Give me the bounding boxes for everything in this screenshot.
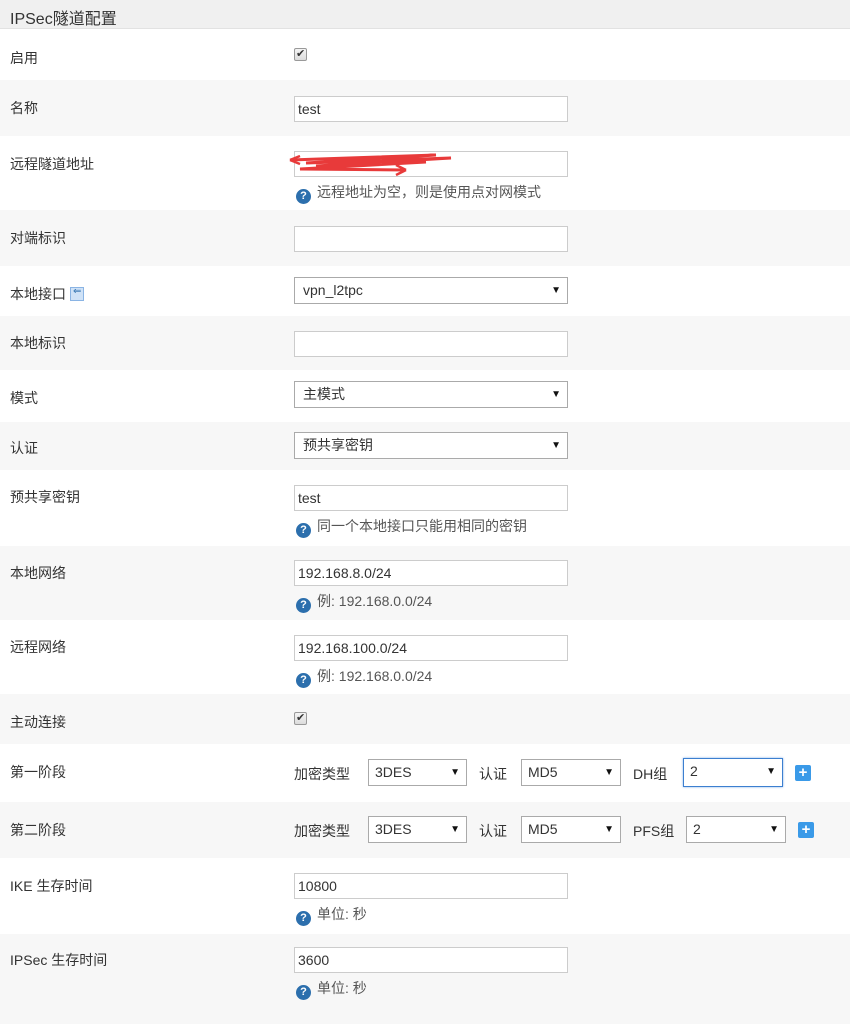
auth-label: 认证 <box>10 440 38 456</box>
remote-network-label: 远程网络 <box>10 639 66 655</box>
enable-label: 启用 <box>10 50 38 66</box>
caret-down-icon: ▼ <box>551 285 561 296</box>
mode-label: 模式 <box>10 390 38 406</box>
psk-help: ? 同一个本地接口只能用相同的密钥 <box>296 516 527 538</box>
enable-checkbox[interactable]: ✔ <box>294 48 307 61</box>
ipsec-lifetime-help: ? 单位: 秒 <box>296 978 367 1000</box>
phase1-label: 第一阶段 <box>10 764 66 780</box>
name-input[interactable] <box>294 96 568 122</box>
phase2-enc-select[interactable]: 3DES ▼ <box>368 816 467 843</box>
caret-down-icon: ▼ <box>766 766 776 777</box>
ike-lifetime-label: IKE 生存时间 <box>10 878 93 894</box>
row-local-interface: 本地接口 ⇐ vpn_l2tpc ▼ <box>0 266 850 316</box>
phase1-group-label: DH组 <box>633 766 668 782</box>
question-circle-icon: ? <box>296 598 311 613</box>
caret-down-icon: ▼ <box>551 440 561 451</box>
phase1-auth-select[interactable]: MD5 ▼ <box>521 759 621 786</box>
caret-down-icon: ▼ <box>450 824 460 835</box>
question-circle-icon: ? <box>296 911 311 926</box>
caret-down-icon: ▼ <box>604 767 614 778</box>
phase1-auth-label: 认证 <box>479 766 507 782</box>
plus-icon: + <box>801 821 811 838</box>
name-label: 名称 <box>10 100 38 116</box>
peer-id-label: 对端标识 <box>10 230 66 246</box>
local-id-label: 本地标识 <box>10 335 66 351</box>
caret-down-icon: ▼ <box>604 824 614 835</box>
remote-address-help: ? 远程地址为空，则是使用点对网模式 <box>296 182 541 204</box>
caret-down-icon: ▼ <box>551 389 561 400</box>
row-auth: 认证 预共享密钥 ▼ <box>0 422 850 470</box>
row-enable: 启用 ✔ <box>0 30 850 80</box>
section-header: IPSec隧道配置 <box>0 0 850 29</box>
ike-lifetime-input[interactable] <box>294 873 568 899</box>
phase2-label: 第二阶段 <box>10 822 66 838</box>
phase2-add-button[interactable]: + <box>798 822 814 838</box>
row-mode: 模式 主模式 ▼ <box>0 370 850 422</box>
phase1-enc-select[interactable]: 3DES ▼ <box>368 759 467 786</box>
check-icon: ✔ <box>296 712 306 724</box>
row-name: 名称 <box>0 80 850 136</box>
remote-address-label: 远程隧道地址 <box>10 156 94 172</box>
phase1-add-button[interactable]: + <box>795 765 811 781</box>
psk-label: 预共享密钥 <box>10 489 80 505</box>
local-network-input[interactable] <box>294 560 568 586</box>
question-circle-icon: ? <box>296 985 311 1000</box>
ike-lifetime-help: ? 单位: 秒 <box>296 904 367 926</box>
auto-connect-label: 主动连接 <box>10 714 66 730</box>
auth-select[interactable]: 预共享密钥 ▼ <box>294 432 568 459</box>
remote-network-help: ? 例: 192.168.0.0/24 <box>296 666 432 688</box>
row-peer-id: 对端标识 <box>0 210 850 266</box>
phase2-auth-label: 认证 <box>479 823 507 839</box>
row-remote-network: 远程网络 ?例: 192.168.0.0/24 <box>0 620 850 694</box>
ipsec-lifetime-input[interactable] <box>294 947 568 973</box>
caret-down-icon: ▼ <box>450 767 460 778</box>
phase1-enc-label: 加密类型 <box>294 766 350 782</box>
redaction-scribble <box>289 153 452 177</box>
local-id-input[interactable] <box>294 331 568 357</box>
peer-id-input[interactable] <box>294 226 568 252</box>
plus-icon: + <box>798 764 808 781</box>
row-local-id: 本地标识 <box>0 316 850 370</box>
row-psk: 预共享密钥 ?同一个本地接口只能用相同的密钥 <box>0 470 850 546</box>
psk-input[interactable] <box>294 485 568 511</box>
phase2-enc-label: 加密类型 <box>294 823 350 839</box>
mode-select[interactable]: 主模式 ▼ <box>294 381 568 408</box>
auto-connect-checkbox[interactable]: ✔ <box>294 712 307 725</box>
phase2-pfs-group-select[interactable]: 2 ▼ <box>686 816 786 843</box>
question-circle-icon: ? <box>296 523 311 538</box>
question-circle-icon: ? <box>296 673 311 688</box>
interface-icon[interactable]: ⇐ <box>70 286 84 301</box>
caret-down-icon: ▼ <box>769 824 779 835</box>
ipsec-lifetime-label: IPSec 生存时间 <box>10 952 108 968</box>
local-interface-label: 本地接口 ⇐ <box>10 284 84 304</box>
question-circle-icon: ? <box>296 189 311 204</box>
section-title: IPSec隧道配置 <box>10 11 117 28</box>
remote-network-input[interactable] <box>294 635 568 661</box>
local-network-label: 本地网络 <box>10 565 66 581</box>
row-ike-lifetime: IKE 生存时间 ?单位: 秒 <box>0 858 850 934</box>
row-phase2: 第二阶段 加密类型 3DES ▼ 认证 MD5 ▼ PFS组 2 ▼ + <box>0 802 850 858</box>
row-local-network: 本地网络 ?例: 192.168.0.0/24 <box>0 546 850 620</box>
local-interface-select[interactable]: vpn_l2tpc ▼ <box>294 277 568 304</box>
row-ipsec-lifetime: IPSec 生存时间 ?单位: 秒 <box>0 934 850 1024</box>
check-icon: ✔ <box>296 48 306 60</box>
phase2-group-label: PFS组 <box>633 823 675 839</box>
row-phase1: 第一阶段 加密类型 3DES ▼ 认证 MD5 ▼ DH组 2 ▼ + <box>0 744 850 802</box>
local-network-help: ? 例: 192.168.0.0/24 <box>296 591 432 613</box>
phase2-auth-select[interactable]: MD5 ▼ <box>521 816 621 843</box>
phase1-dh-group-select[interactable]: 2 ▼ <box>683 758 783 787</box>
row-auto-connect: 主动连接 ✔ <box>0 694 850 744</box>
